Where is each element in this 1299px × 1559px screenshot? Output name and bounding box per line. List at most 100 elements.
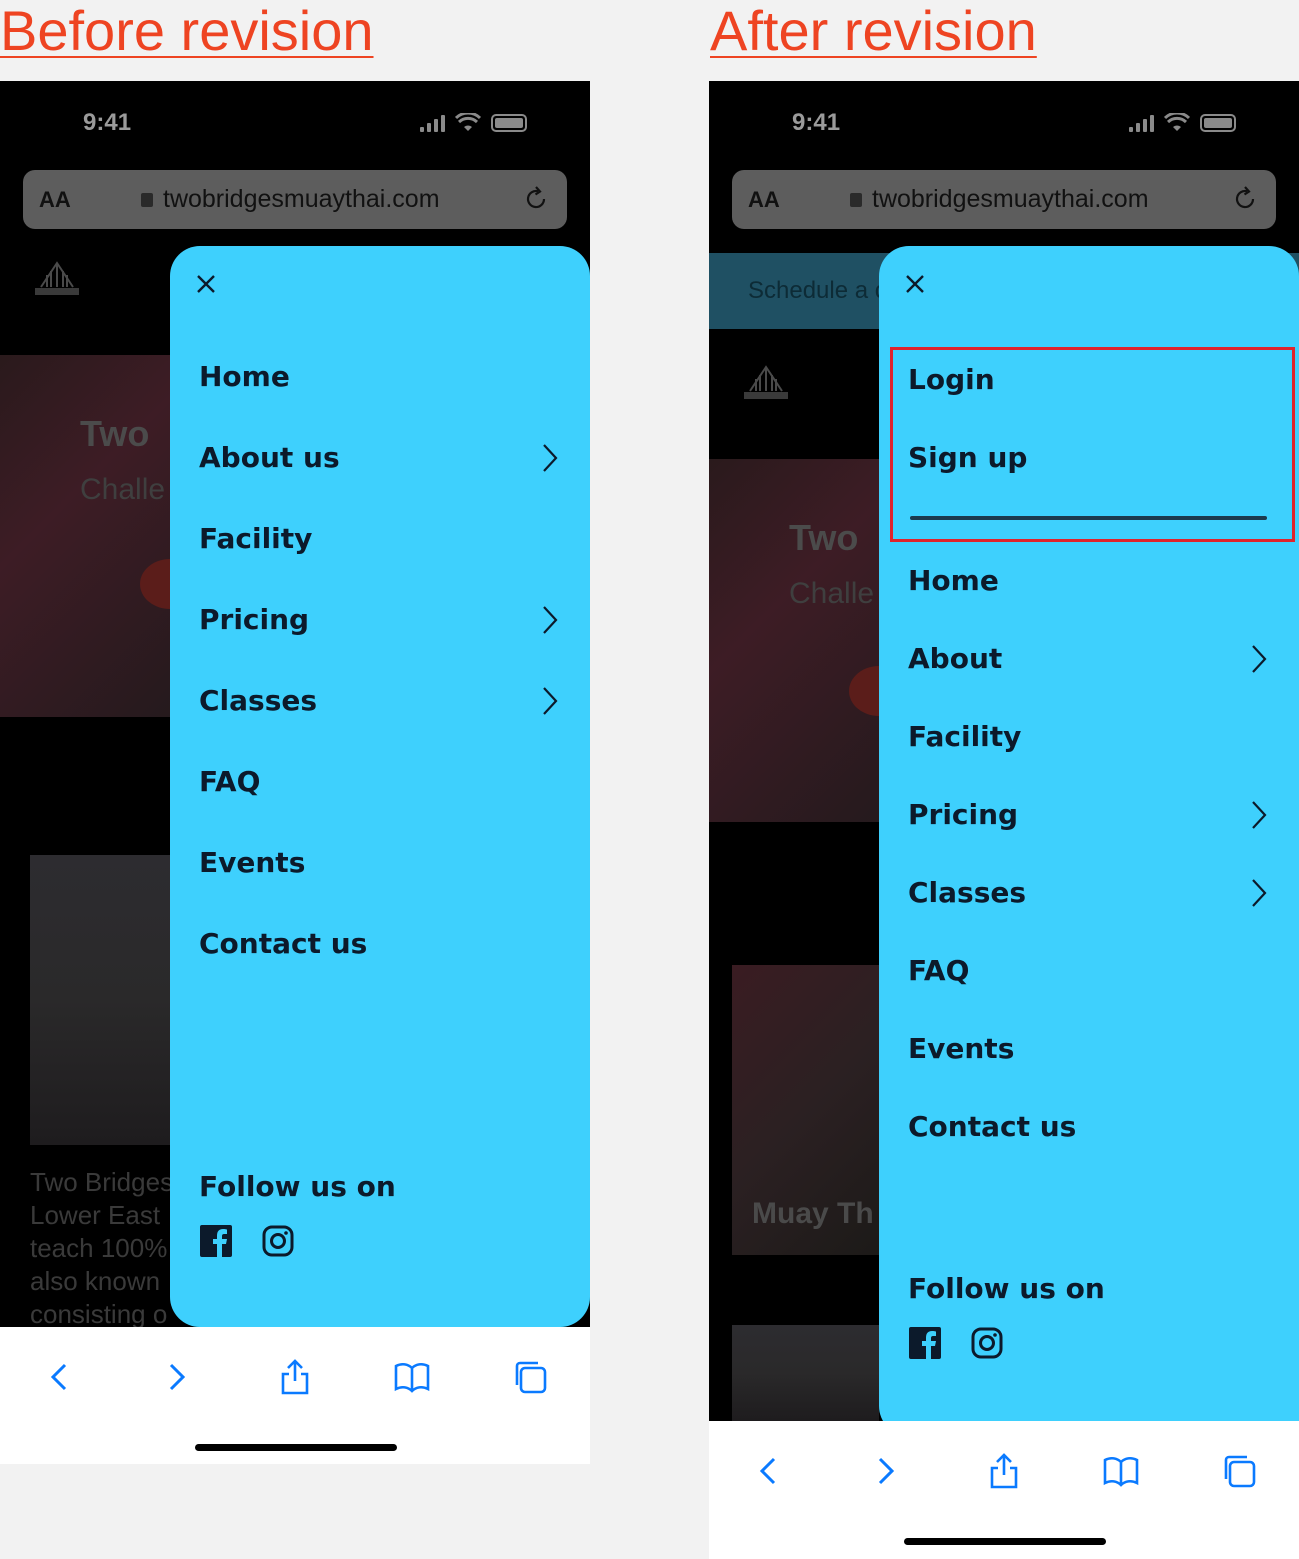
menu-item-about[interactable]: About us xyxy=(199,441,559,474)
after-heading: After revision xyxy=(710,0,1037,62)
battery-icon xyxy=(1200,114,1236,132)
address-bar[interactable]: AA twobridgesmuaythai.com xyxy=(732,170,1276,229)
menu-item-about[interactable]: About xyxy=(908,642,1268,675)
url-display[interactable]: twobridgesmuaythai.com xyxy=(850,185,1149,214)
highlight-box xyxy=(890,347,1295,542)
menu-item-faq[interactable]: FAQ xyxy=(199,765,559,798)
reader-aa-button[interactable]: AA xyxy=(39,187,71,213)
wifi-icon xyxy=(455,113,481,131)
chevron-right-icon xyxy=(543,443,558,472)
share-icon[interactable] xyxy=(275,1357,315,1397)
menu-item-label: Contact us xyxy=(908,1110,1077,1143)
menu-item-events[interactable]: Events xyxy=(199,846,559,879)
chevron-right-icon xyxy=(543,686,558,715)
menu-item-label: Facility xyxy=(199,522,313,555)
facebook-icon[interactable] xyxy=(199,1224,233,1258)
menu-item-events[interactable]: Events xyxy=(908,1032,1268,1065)
menu-item-facility[interactable]: Facility xyxy=(908,720,1268,753)
menu-item-label: Classes xyxy=(908,876,1027,909)
menu-item-home[interactable]: Home xyxy=(199,360,559,393)
instagram-icon[interactable] xyxy=(970,1326,1004,1360)
close-icon[interactable] xyxy=(903,272,927,296)
group-photo xyxy=(30,855,170,1145)
reload-icon[interactable] xyxy=(1230,184,1260,214)
menu-item-pricing[interactable]: Pricing xyxy=(908,798,1268,831)
hero-subtitle: Challe xyxy=(789,577,875,610)
menu-item-contact[interactable]: Contact us xyxy=(199,927,559,960)
bookmarks-icon[interactable] xyxy=(1101,1451,1141,1491)
forward-icon[interactable] xyxy=(865,1451,905,1491)
lock-icon xyxy=(141,192,153,207)
menu-item-faq[interactable]: FAQ xyxy=(908,954,1268,987)
menu-item-label: FAQ xyxy=(199,765,261,798)
close-icon[interactable] xyxy=(194,272,218,296)
menu-item-label: Facility xyxy=(908,720,1022,753)
body-line: Two Bridges xyxy=(30,1167,174,1197)
before-heading: Before revision xyxy=(0,0,374,62)
url-display[interactable]: twobridgesmuaythai.com xyxy=(141,185,440,214)
body-line: also known xyxy=(30,1266,161,1296)
logo-icon xyxy=(744,365,788,399)
tabs-icon[interactable] xyxy=(510,1357,550,1397)
menu-item-label: About us xyxy=(199,441,340,474)
back-icon[interactable] xyxy=(40,1357,80,1397)
lock-icon xyxy=(850,192,862,207)
follow-heading: Follow us on xyxy=(908,1272,1105,1305)
chevron-right-icon xyxy=(1252,878,1267,907)
browser-toolbar xyxy=(0,1327,590,1464)
body-line: consisting o xyxy=(30,1299,168,1329)
menu-item-label: Home xyxy=(199,360,290,393)
status-time: 9:41 xyxy=(83,109,132,136)
video-caption: Muay Th xyxy=(752,1197,874,1230)
reader-aa-button[interactable]: AA xyxy=(748,187,780,213)
instagram-icon[interactable] xyxy=(261,1224,295,1258)
schedule-banner-text: Schedule a c xyxy=(748,277,887,304)
share-icon[interactable] xyxy=(984,1451,1024,1491)
menu-item-facility[interactable]: Facility xyxy=(199,522,559,555)
hero-title: Two xyxy=(80,413,150,454)
menu-item-label: Pricing xyxy=(199,603,310,636)
menu-item-contact[interactable]: Contact us xyxy=(908,1110,1268,1143)
hero-image xyxy=(0,355,170,717)
facebook-icon[interactable] xyxy=(908,1326,942,1360)
bookmarks-icon[interactable] xyxy=(392,1357,432,1397)
menu-item-label: Pricing xyxy=(908,798,1019,831)
status-icons xyxy=(1129,113,1236,133)
menu-item-label: Events xyxy=(908,1032,1015,1065)
home-indicator xyxy=(195,1444,397,1451)
reload-icon[interactable] xyxy=(521,184,551,214)
menu-item-label: Contact us xyxy=(199,927,368,960)
status-time: 9:41 xyxy=(792,109,841,136)
menu-item-label: Events xyxy=(199,846,306,879)
address-bar[interactable]: AA twobridgesmuaythai.com xyxy=(23,170,567,229)
menu-item-pricing[interactable]: Pricing xyxy=(199,603,559,636)
signal-icon xyxy=(1129,114,1154,132)
hero-subtitle: Challe xyxy=(80,473,166,506)
body-line: teach 100% xyxy=(30,1233,168,1263)
social-links xyxy=(199,1224,295,1258)
tabs-icon[interactable] xyxy=(1219,1451,1259,1491)
menu-item-classes[interactable]: Classes xyxy=(199,684,559,717)
follow-heading: Follow us on xyxy=(199,1170,396,1203)
menu-item-label: FAQ xyxy=(908,954,970,987)
browser-toolbar xyxy=(709,1421,1299,1559)
before-phone-screen: 9:41 AA twobridgesmuaythai.com Two Chall… xyxy=(0,81,590,1464)
chevron-right-icon xyxy=(1252,644,1267,673)
wifi-icon xyxy=(1164,113,1190,131)
hero-image xyxy=(709,459,879,822)
menu-item-home[interactable]: Home xyxy=(908,564,1268,597)
menu-item-classes[interactable]: Classes xyxy=(908,876,1268,909)
battery-icon xyxy=(491,114,527,132)
menu-item-label: Classes xyxy=(199,684,318,717)
home-indicator xyxy=(904,1538,1106,1545)
forward-icon[interactable] xyxy=(156,1357,196,1397)
body-line: Lower East xyxy=(30,1200,161,1230)
back-icon[interactable] xyxy=(749,1451,789,1491)
chevron-right-icon xyxy=(543,605,558,634)
status-icons xyxy=(420,113,527,133)
hero-title: Two xyxy=(789,517,859,558)
menu-item-label: Home xyxy=(908,564,999,597)
comparison-page: Before revision After revision 9:41 AA t… xyxy=(0,0,1299,1559)
group-photo xyxy=(732,1325,879,1421)
signal-icon xyxy=(420,114,445,132)
